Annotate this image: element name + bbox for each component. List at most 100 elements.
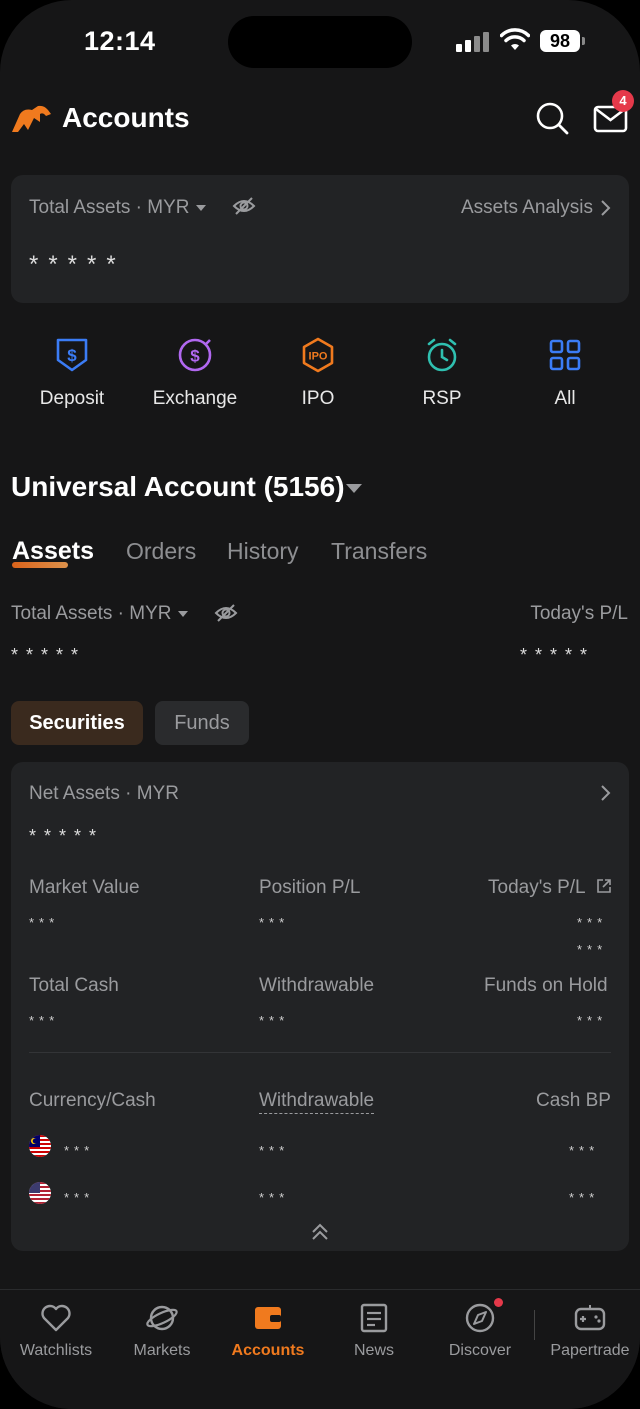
- wallet-icon: [255, 1307, 281, 1329]
- net-assets-label: Net Assets · MYR: [29, 783, 179, 804]
- hide-eye-icon[interactable]: [232, 196, 256, 216]
- table-row-cash-bp: ***: [569, 1143, 600, 1158]
- funds-on-hold-label: Funds on Hold: [484, 975, 608, 996]
- account-total-assets-selector[interactable]: Total Assets · MYR: [11, 603, 188, 625]
- net-assets-masked: *****: [29, 826, 105, 846]
- share-icon[interactable]: [596, 878, 612, 894]
- bottom-nav: Watchlists Markets Accounts News Discove…: [0, 1289, 640, 1409]
- caret-down-icon: [195, 204, 206, 211]
- tab-transfers[interactable]: Transfers: [331, 538, 427, 565]
- heart-icon: [41, 1304, 71, 1332]
- table-row-cash-bp: ***: [569, 1190, 600, 1205]
- malaysia-flag-icon: [29, 1135, 51, 1157]
- search-icon[interactable]: [534, 100, 570, 136]
- nav-watchlists[interactable]: Watchlists: [6, 1302, 106, 1360]
- moomoo-logo-icon: [12, 105, 51, 132]
- total-assets-card: Total Assets · MYR Assets Analysis *****: [11, 175, 629, 303]
- divider: [29, 1052, 611, 1053]
- svg-text:$: $: [190, 347, 200, 366]
- ipo-label: IPO: [301, 388, 335, 409]
- usa-flag-icon: [29, 1182, 51, 1204]
- screen: 12:14 98 Accounts 4 Total Assets · MYR A…: [0, 0, 640, 1409]
- segment-securities[interactable]: Securities: [11, 701, 143, 745]
- table-row-withdrawable: ***: [259, 1143, 290, 1158]
- news-icon: [360, 1303, 388, 1333]
- planet-icon: [146, 1305, 178, 1331]
- grid-icon: [549, 339, 581, 371]
- svg-text:IPO: IPO: [309, 351, 328, 363]
- todays-pl-masked: ***: [577, 915, 608, 930]
- nav-watchlists-label: Watchlists: [19, 1342, 93, 1359]
- exchange-label: Exchange: [152, 388, 238, 409]
- all-button[interactable]: All: [505, 336, 625, 410]
- net-assets-card: Net Assets · MYR ***** Market Value Posi…: [11, 762, 629, 1251]
- cellular-signal-icon: [456, 32, 490, 52]
- todays-pl-label: Today's P/L: [488, 877, 586, 898]
- withdrawable-masked: ***: [259, 1013, 290, 1028]
- deposit-button[interactable]: $ Deposit: [12, 336, 132, 410]
- battery-tip: [582, 37, 585, 45]
- tab-history[interactable]: History: [227, 538, 299, 565]
- nav-separator: [534, 1310, 535, 1340]
- exchange-button[interactable]: $ Exchange: [135, 336, 255, 410]
- tab-active-indicator: [12, 562, 68, 568]
- total-assets-label: Total Assets · MYR: [29, 197, 190, 218]
- table-row-withdrawable: ***: [259, 1190, 290, 1205]
- all-label: All: [554, 388, 576, 409]
- account-selector[interactable]: Universal Account (5156): [11, 471, 345, 503]
- cash-bp-header: Cash BP: [536, 1090, 611, 1111]
- wifi-icon: [500, 28, 530, 50]
- battery-indicator: 98: [540, 30, 580, 52]
- page-title: Accounts: [62, 102, 190, 133]
- nav-markets-label: Markets: [133, 1342, 191, 1359]
- status-time: 12:14: [84, 26, 156, 56]
- total-assets-currency-selector[interactable]: Total Assets · MYR: [29, 197, 206, 219]
- account-pl-masked: *****: [520, 645, 596, 665]
- tab-orders[interactable]: Orders: [126, 538, 196, 565]
- chevron-right-icon[interactable]: [599, 784, 611, 802]
- ipo-button[interactable]: IPO IPO: [258, 336, 378, 410]
- currency-cash-header: Currency/Cash: [29, 1090, 156, 1111]
- svg-text:$: $: [67, 346, 77, 365]
- nav-discover-label: Discover: [448, 1342, 512, 1359]
- table-row-cash: ***: [64, 1190, 95, 1205]
- position-pl-masked: ***: [259, 915, 290, 930]
- nav-markets[interactable]: Markets: [112, 1302, 212, 1360]
- market-value-masked: ***: [29, 915, 60, 930]
- chevron-right-icon[interactable]: [599, 199, 611, 217]
- total-assets-masked-value: *****: [29, 251, 126, 278]
- total-cash-masked: ***: [29, 1013, 60, 1028]
- total-cash-label: Total Cash: [29, 975, 119, 996]
- nav-news[interactable]: News: [324, 1302, 424, 1360]
- hide-eye-icon[interactable]: [214, 603, 238, 623]
- segment-funds[interactable]: Funds: [155, 701, 249, 745]
- todays-pl-ratio-masked: ***: [577, 942, 608, 957]
- nav-discover[interactable]: Discover: [430, 1302, 530, 1360]
- discover-notification-dot: [494, 1298, 503, 1307]
- market-value-label: Market Value: [29, 877, 140, 898]
- gamepad-icon: [574, 1305, 606, 1331]
- ipo-icon: IPO: [302, 337, 334, 373]
- withdrawable-label: Withdrawable: [259, 975, 375, 996]
- nav-accounts[interactable]: Accounts: [218, 1302, 318, 1360]
- nav-news-label: News: [353, 1342, 394, 1359]
- deposit-icon: $: [56, 338, 88, 372]
- assets-analysis-link[interactable]: Assets Analysis: [461, 197, 593, 219]
- compass-icon: [465, 1303, 495, 1333]
- nav-papertrade-label: Papertrade: [550, 1342, 630, 1359]
- account-total-masked: *****: [11, 645, 87, 665]
- rsp-label: RSP: [422, 388, 462, 409]
- exchange-icon: $: [178, 338, 212, 372]
- notification-badge: 4: [612, 90, 634, 112]
- rsp-button[interactable]: RSP: [382, 336, 502, 410]
- dynamic-island: [228, 16, 412, 68]
- rsp-clock-icon: [427, 338, 457, 372]
- caret-down-icon[interactable]: [346, 484, 362, 493]
- nav-accounts-label: Accounts: [231, 1342, 305, 1359]
- position-pl-label: Position P/L: [259, 877, 361, 898]
- table-row-cash: ***: [64, 1143, 95, 1158]
- withdrawable-header[interactable]: Withdrawable: [259, 1090, 375, 1114]
- nav-papertrade[interactable]: Papertrade: [540, 1302, 640, 1360]
- deposit-label: Deposit: [39, 388, 105, 409]
- collapse-double-chevron-icon[interactable]: [310, 1222, 330, 1242]
